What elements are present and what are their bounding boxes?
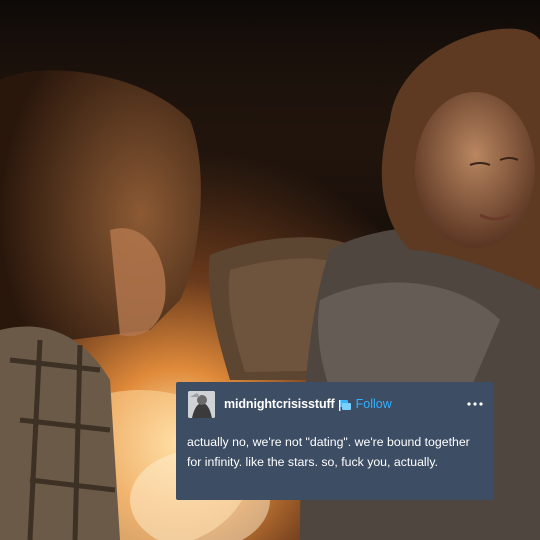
blue-flag-badge-icon [338, 398, 352, 411]
more-options-icon[interactable] [466, 396, 484, 412]
avatar-icon[interactable] [188, 390, 215, 418]
tumblr-post-card: midnightcrisisstuff Follow actually no, … [176, 382, 494, 500]
post-body-text: actually no, we're not "dating". we're b… [187, 435, 470, 469]
post-header: midnightcrisisstuff Follow [188, 390, 484, 418]
follow-button[interactable]: Follow [356, 397, 392, 411]
username-link[interactable]: midnightcrisisstuff [224, 397, 335, 411]
